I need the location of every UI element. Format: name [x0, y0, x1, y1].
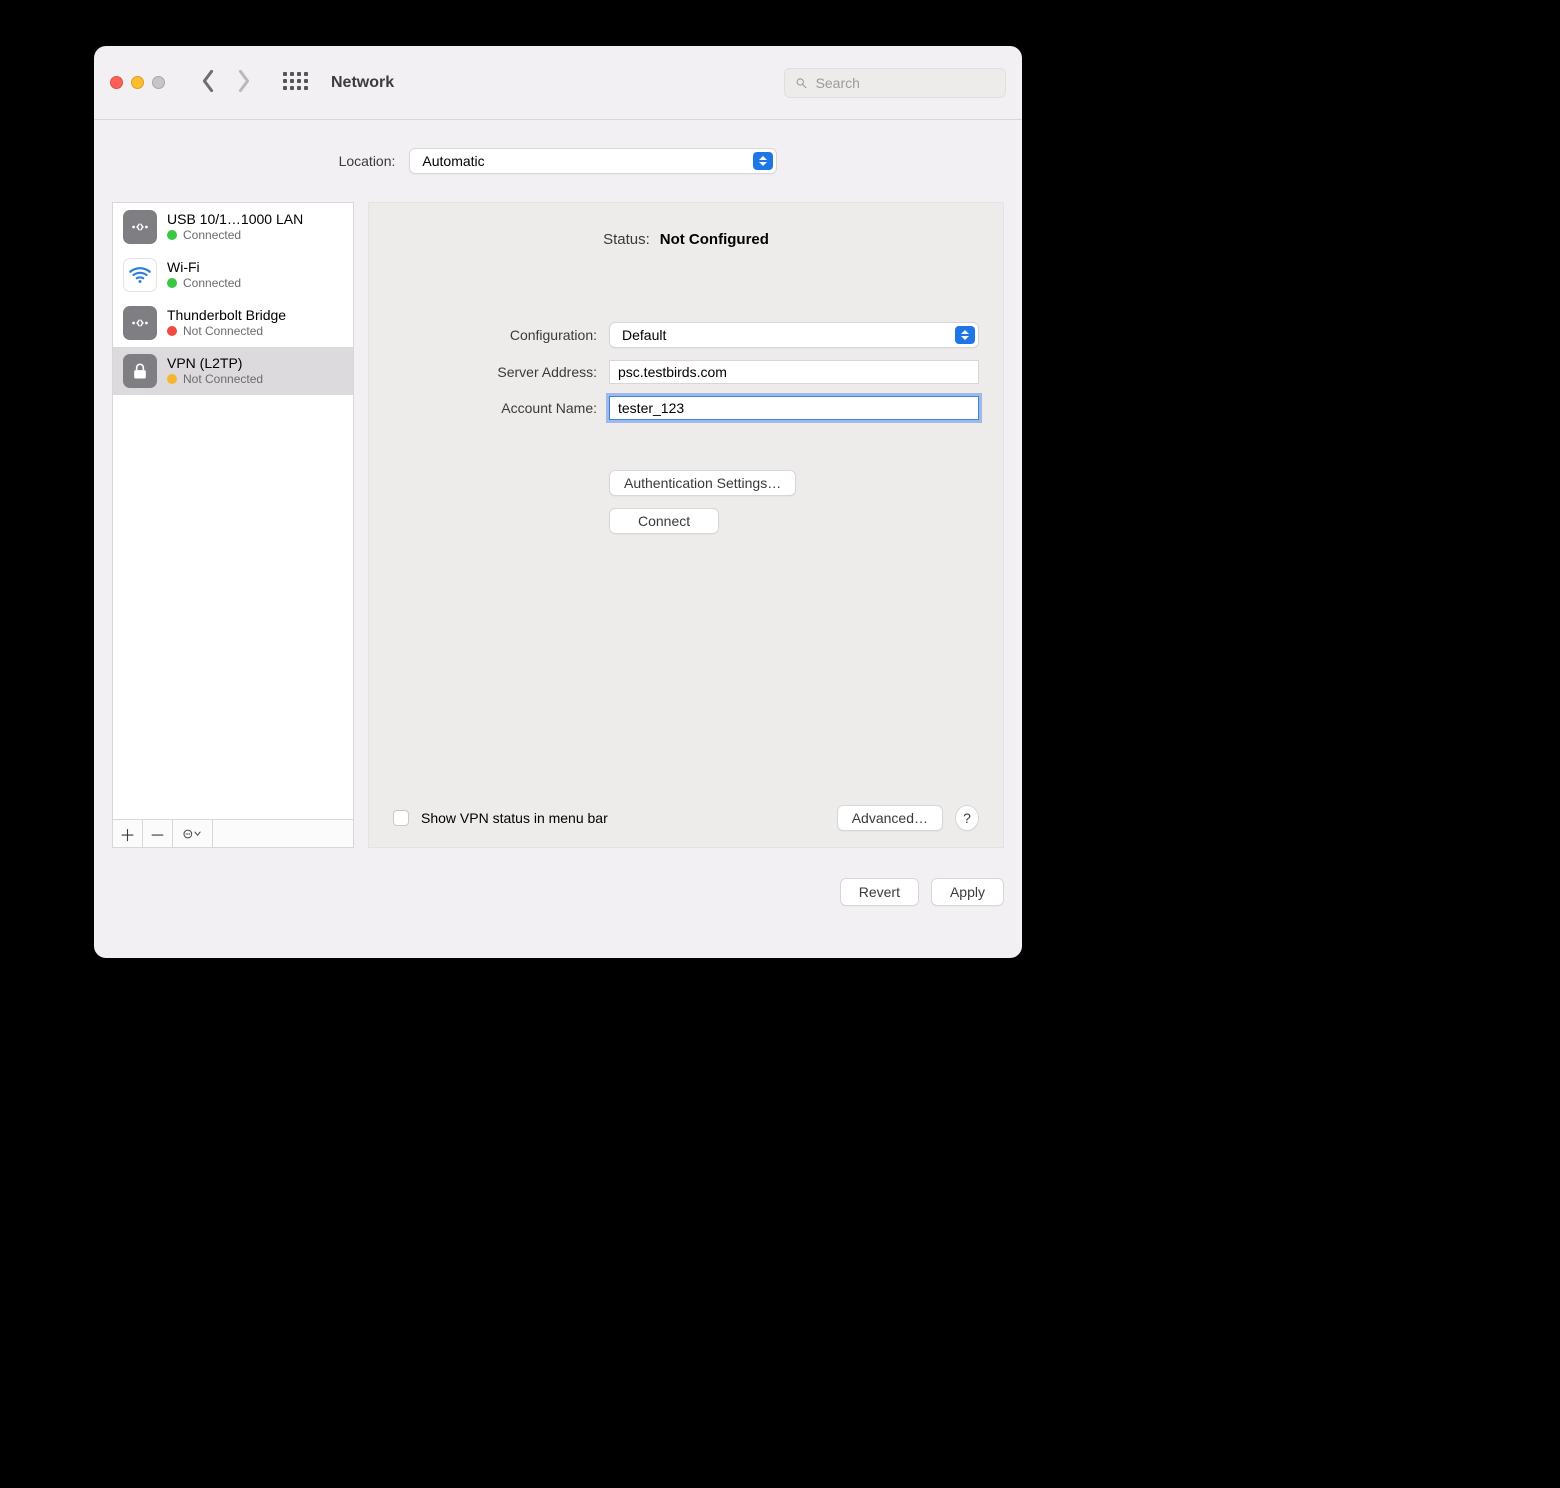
- status-value: Not Configured: [660, 231, 769, 248]
- sidebar-toolbar: ＋ －: [113, 819, 353, 847]
- nav-arrows: [199, 69, 253, 96]
- traffic-lights: [110, 76, 165, 89]
- vpn-form: Configuration: Default Server Address: A…: [393, 322, 979, 420]
- advanced-button[interactable]: Advanced…: [837, 805, 943, 831]
- ethernet-icon: [123, 306, 157, 340]
- server-address-label: Server Address:: [393, 364, 597, 380]
- main-split: USB 10/1…1000 LAN Connected Wi-Fi Connec…: [94, 202, 1022, 862]
- add-interface-button[interactable]: ＋: [113, 820, 143, 847]
- configuration-value: Default: [622, 327, 666, 343]
- close-window-button[interactable]: [110, 76, 123, 89]
- remove-interface-button[interactable]: －: [143, 820, 173, 847]
- help-button[interactable]: ?: [955, 805, 979, 831]
- status-line: Status: Not Configured: [393, 231, 979, 248]
- interface-sidebar: USB 10/1…1000 LAN Connected Wi-Fi Connec…: [112, 202, 354, 848]
- interface-wifi[interactable]: Wi-Fi Connected: [113, 251, 353, 299]
- location-row: Location: Automatic: [94, 120, 1022, 202]
- connect-button[interactable]: Connect: [609, 508, 719, 534]
- search-icon: [795, 76, 808, 90]
- status-dot-icon: [167, 326, 177, 336]
- show-all-prefs-button[interactable]: [283, 72, 305, 94]
- interface-name: Wi-Fi: [167, 259, 241, 276]
- interface-actions-menu[interactable]: [173, 820, 213, 847]
- show-vpn-status-label: Show VPN status in menu bar: [421, 810, 608, 826]
- interface-thunderbolt-bridge[interactable]: Thunderbolt Bridge Not Connected: [113, 299, 353, 347]
- wifi-icon: [123, 258, 157, 292]
- search-field[interactable]: [784, 68, 1006, 98]
- status-dot-icon: [167, 278, 177, 288]
- chevron-updown-icon: [753, 152, 773, 170]
- interface-status: Connected: [183, 276, 241, 290]
- location-popup[interactable]: Automatic: [409, 148, 777, 174]
- interface-name: VPN (L2TP): [167, 355, 263, 372]
- chevron-updown-icon: [955, 326, 975, 344]
- apply-button[interactable]: Apply: [931, 878, 1004, 906]
- interface-usb-lan[interactable]: USB 10/1…1000 LAN Connected: [113, 203, 353, 251]
- configuration-popup[interactable]: Default: [609, 322, 979, 348]
- status-dot-icon: [167, 230, 177, 240]
- interface-status: Not Connected: [183, 372, 263, 386]
- account-name-label: Account Name:: [393, 400, 597, 416]
- interface-status: Connected: [183, 228, 241, 242]
- titlebar: Network: [94, 46, 1022, 120]
- interface-list: USB 10/1…1000 LAN Connected Wi-Fi Connec…: [113, 203, 353, 819]
- account-name-input[interactable]: [609, 396, 979, 420]
- location-label: Location:: [339, 153, 396, 169]
- lock-icon: [123, 354, 157, 388]
- authentication-settings-button[interactable]: Authentication Settings…: [609, 470, 796, 496]
- interface-vpn-l2tp[interactable]: VPN (L2TP) Not Connected: [113, 347, 353, 395]
- location-value: Automatic: [422, 153, 484, 169]
- status-dot-icon: [167, 374, 177, 384]
- status-label: Status:: [603, 231, 650, 248]
- search-input[interactable]: [816, 75, 995, 91]
- forward-button[interactable]: [235, 69, 253, 96]
- zoom-window-button[interactable]: [152, 76, 165, 89]
- show-vpn-status-checkbox[interactable]: [393, 810, 409, 826]
- detail-pane: Status: Not Configured Configuration: De…: [368, 202, 1004, 848]
- sidebar-toolbar-spacer: [213, 820, 353, 847]
- back-button[interactable]: [199, 69, 217, 96]
- action-row: Revert Apply: [94, 862, 1022, 930]
- network-prefs-window: Network Location: Automatic: [94, 46, 1022, 958]
- interface-status: Not Connected: [183, 324, 263, 338]
- ethernet-icon: [123, 210, 157, 244]
- server-address-input[interactable]: [609, 360, 979, 384]
- interface-name: Thunderbolt Bridge: [167, 307, 286, 324]
- minimize-window-button[interactable]: [131, 76, 144, 89]
- configuration-label: Configuration:: [393, 327, 597, 343]
- interface-name: USB 10/1…1000 LAN: [167, 211, 303, 228]
- window-title: Network: [331, 74, 394, 92]
- revert-button[interactable]: Revert: [840, 878, 919, 906]
